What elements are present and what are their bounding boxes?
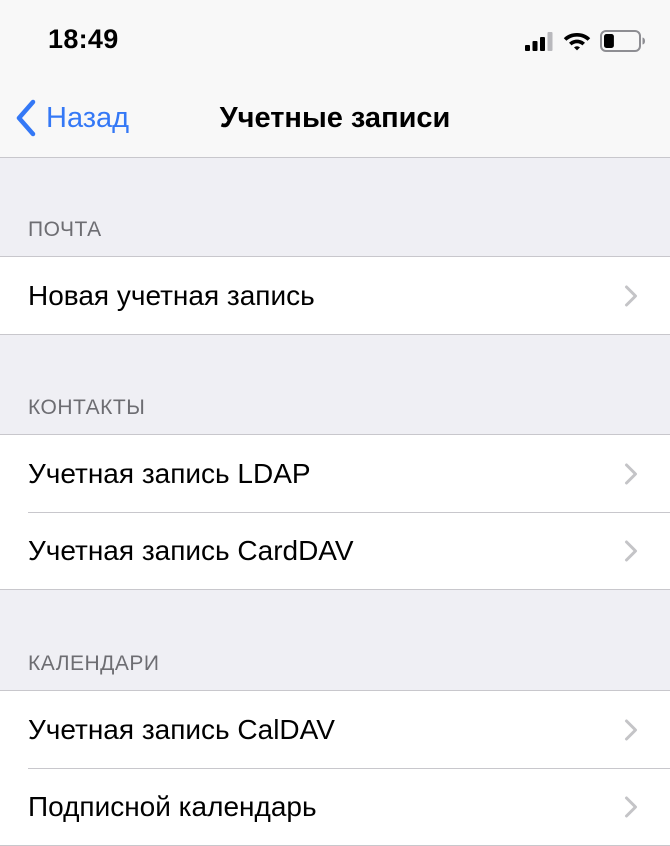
signal-icon xyxy=(525,32,553,51)
chevron-right-icon xyxy=(625,540,637,562)
status-time: 18:49 xyxy=(48,24,119,54)
list-item-label: Учетная запись LDAP xyxy=(28,458,311,489)
list-item-carddav-account[interactable]: Учетная запись CardDAV xyxy=(0,512,670,589)
list-item-label: Подписной календарь xyxy=(28,791,317,822)
list-item-label: Новая учетная запись xyxy=(28,280,315,311)
list-item-label: Учетная запись CardDAV xyxy=(28,535,354,566)
section-header-contacts: КОНТАКТЫ xyxy=(28,396,146,419)
section-group-calendars: Учетная запись CalDAV Подписной календар… xyxy=(0,690,670,846)
chevron-left-icon xyxy=(16,99,36,137)
chevron-right-icon xyxy=(625,463,637,485)
chevron-right-icon xyxy=(625,796,637,818)
section-group-mail: Новая учетная запись xyxy=(0,256,670,335)
battery-icon xyxy=(600,30,645,52)
top-bar: 18:49 Назад Учетные записи xyxy=(0,0,670,158)
chevron-right-icon xyxy=(625,285,637,307)
section-group-contacts: Учетная запись LDAP Учетная запись CardD… xyxy=(0,434,670,590)
wifi-icon xyxy=(563,33,591,51)
navigation-bar: Назад Учетные записи xyxy=(0,80,670,157)
list-item-caldav-account[interactable]: Учетная запись CalDAV xyxy=(0,691,670,768)
back-button-label: Назад xyxy=(46,101,130,134)
list-item-subscribed-calendar[interactable]: Подписной календарь xyxy=(0,768,670,845)
list-item-label: Учетная запись CalDAV xyxy=(28,714,335,745)
chevron-right-icon xyxy=(625,719,637,741)
section-header-mail: ПОЧТА xyxy=(28,218,102,241)
list-item-ldap-account[interactable]: Учетная запись LDAP xyxy=(0,435,670,512)
list-item-new-account[interactable]: Новая учетная запись xyxy=(0,257,670,334)
back-button[interactable]: Назад xyxy=(14,96,129,140)
section-header-calendars: КАЛЕНДАРИ xyxy=(28,652,160,675)
status-bar: 18:49 xyxy=(0,0,670,80)
